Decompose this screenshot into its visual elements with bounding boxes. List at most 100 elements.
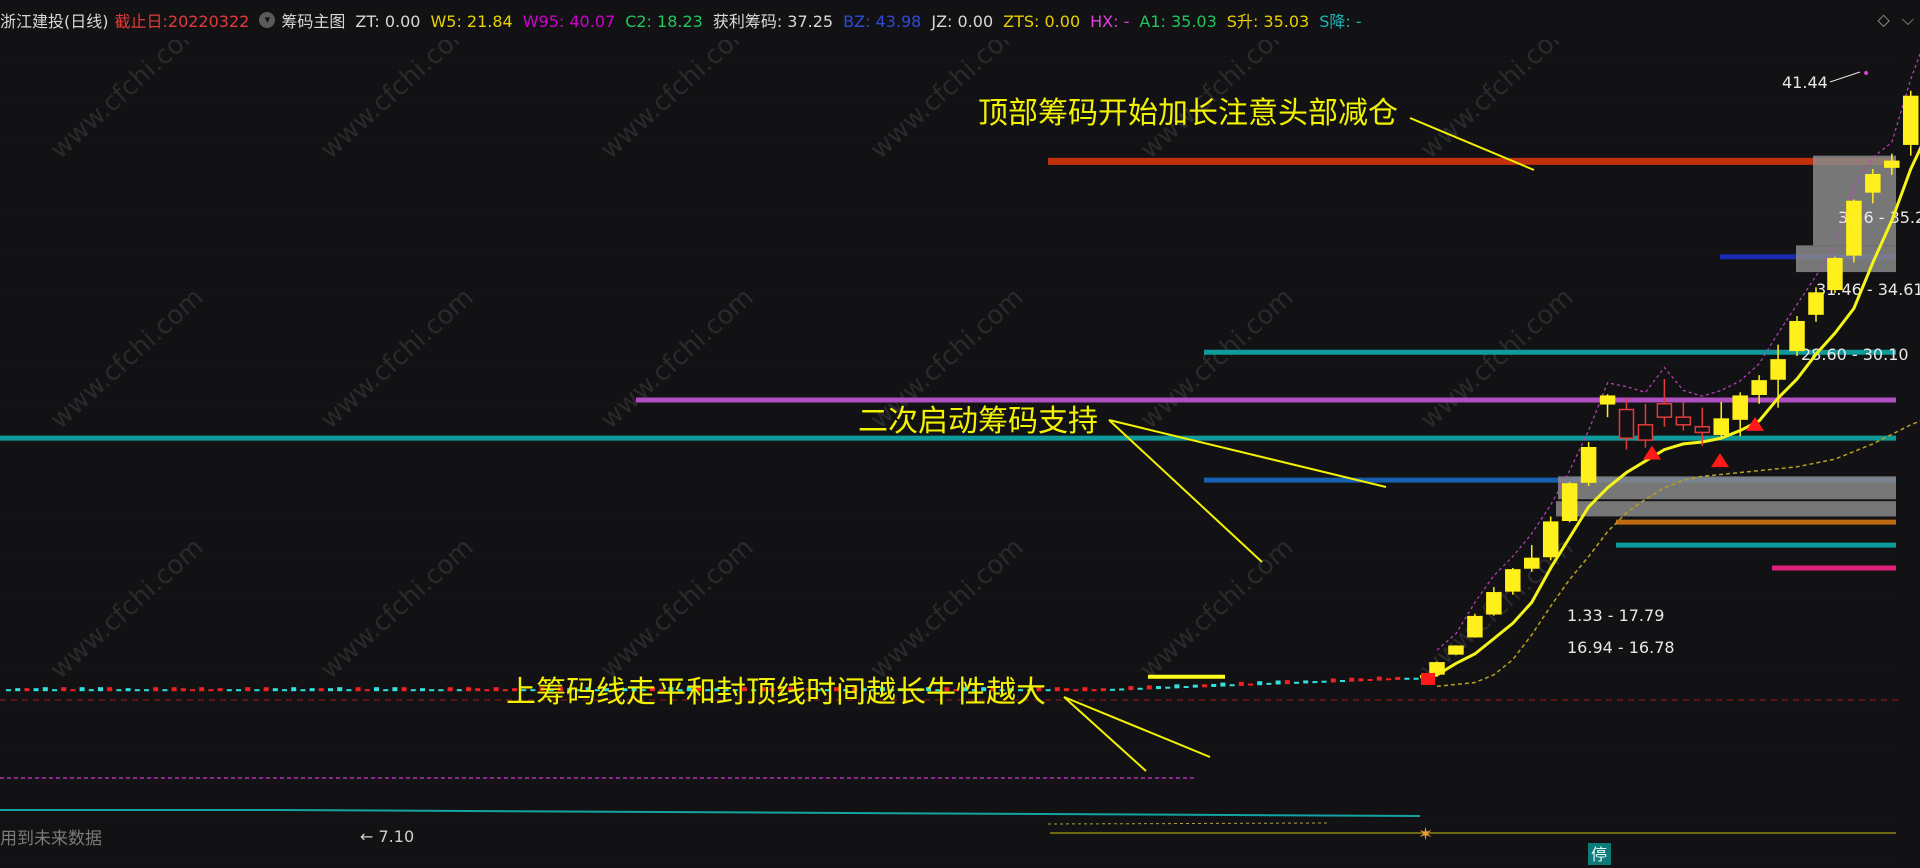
indicator-field: W95: 40.07 [522, 12, 616, 31]
candle-body [1789, 320, 1805, 352]
indicator-field: BZ: 43.98 [843, 12, 922, 31]
history-candle [70, 689, 76, 692]
history-candle [24, 688, 30, 692]
history-candle [6, 689, 11, 692]
watermark-text: www.cfchi.com [865, 532, 1030, 685]
history-candle [1165, 686, 1171, 689]
annotation-second-start: 二次启动筹码支持 [858, 404, 1098, 439]
candle-body [1618, 408, 1635, 439]
chip-range-box [1556, 501, 1896, 517]
watermark-text: www.cfchi.com [315, 532, 480, 685]
history-candle [1174, 684, 1180, 689]
candle-body [1524, 557, 1540, 569]
runner-icon: ✶ [1418, 824, 1433, 845]
history-candle [98, 687, 103, 692]
history-candle [272, 688, 278, 692]
price-chart[interactable]: www.cfchi.com www.cfchi.com www.cfchi.com w… [0, 40, 1920, 868]
watermark-text: www.cfchi.com [595, 282, 760, 435]
indicator-values: ZT: 0.00 W5: 21.84 W95: 40.07 C2: 18.23 获利筹码… [355, 8, 1371, 32]
history-candle [61, 687, 67, 692]
indicator-field: JZ: 0.00 [931, 12, 994, 31]
history-candle [438, 689, 444, 692]
ma-dashed-line [1436, 420, 1920, 688]
history-candle [337, 687, 343, 692]
candle-body [1505, 569, 1521, 592]
history-candle [144, 689, 149, 692]
candle-body [1637, 424, 1654, 441]
history-candle [199, 687, 205, 692]
history-candle [1386, 678, 1391, 681]
history-candle [1266, 682, 1272, 685]
candle-body [1694, 425, 1711, 434]
stock-name[interactable]: 浙江建投(日线) [0, 8, 109, 32]
history-candle [153, 687, 159, 692]
candle-body [1599, 395, 1616, 405]
candle-body [1542, 521, 1559, 558]
history-candle [355, 687, 361, 692]
history-candle [410, 689, 416, 692]
history-candle [475, 688, 481, 692]
watermark-text: www.cfchi.com [45, 40, 210, 165]
history-candle [1146, 685, 1152, 690]
candle-body [1732, 395, 1748, 420]
history-candle [1330, 678, 1336, 683]
expand-icon[interactable]: ⌵ [1902, 10, 1914, 30]
history-candle [364, 689, 370, 692]
history-candle [447, 687, 453, 692]
history-candle [1340, 680, 1345, 683]
watermark-text: www.cfchi.com [1415, 40, 1580, 165]
chevron-down-icon[interactable]: ▾ [259, 12, 276, 28]
leader-line [1108, 419, 1263, 563]
history-candle [226, 689, 232, 692]
history-candle [456, 689, 462, 692]
history-candle [282, 689, 287, 692]
history-candle [1220, 682, 1226, 687]
annotation-leaders [1063, 117, 1535, 772]
chip-range-box [1796, 245, 1896, 273]
history-candle [1229, 684, 1235, 687]
history-candle [1284, 680, 1290, 685]
watermark-text: www.cfchi.com [595, 40, 760, 165]
history-candle [1202, 684, 1207, 688]
history-candle [1054, 687, 1060, 692]
leader-line [1063, 696, 1147, 772]
watermark-text: www.cfchi.com [595, 532, 760, 685]
diamond-icon[interactable]: ◇ [1878, 10, 1890, 30]
candle-body [1713, 418, 1729, 436]
candle-body [1486, 592, 1502, 615]
history-candle [1110, 688, 1115, 691]
limit-up-candle [1421, 672, 1435, 685]
indicator-field: ZT: 0.00 [355, 12, 421, 31]
history-candle [79, 687, 85, 692]
history-candle [300, 689, 306, 692]
history-candle [420, 688, 425, 692]
indicator-field: S升: 35.03 [1226, 12, 1310, 31]
watermark-text: www.cfchi.com [1135, 532, 1300, 685]
watermark-text: www.cfchi.com [45, 282, 210, 435]
candle-body [1884, 160, 1900, 168]
history-candle [1395, 676, 1401, 680]
history-candle [429, 689, 435, 692]
candle-body [1827, 257, 1843, 291]
history-candle [1303, 680, 1309, 684]
history-candle [401, 687, 407, 692]
indicator-name[interactable]: 筹码主图 [281, 8, 345, 32]
indicator-field: ZTS: 0.00 [1003, 12, 1081, 31]
history-candle [328, 688, 333, 692]
watermark-text: www.cfchi.com [315, 282, 480, 435]
cutoff-date: 截止日:20220322 [114, 12, 250, 31]
candle-body [1751, 380, 1767, 396]
history-candle [1128, 686, 1134, 691]
limit-up-badge-text: 停 [1591, 845, 1607, 864]
range-label: 1.33 - 17.79 [1567, 606, 1664, 625]
history-candle [1321, 680, 1327, 683]
history-candle [88, 689, 94, 692]
history-candle [263, 687, 269, 692]
history-candle [1119, 688, 1125, 691]
cyan-chip-line [0, 809, 1421, 817]
indicator-field: 获利筹码: 37.25 [712, 12, 834, 31]
history-candle [1349, 677, 1355, 682]
indicator-field: HX: - [1090, 12, 1130, 31]
signal-triangle [1711, 453, 1729, 468]
candle-body [1808, 292, 1824, 315]
